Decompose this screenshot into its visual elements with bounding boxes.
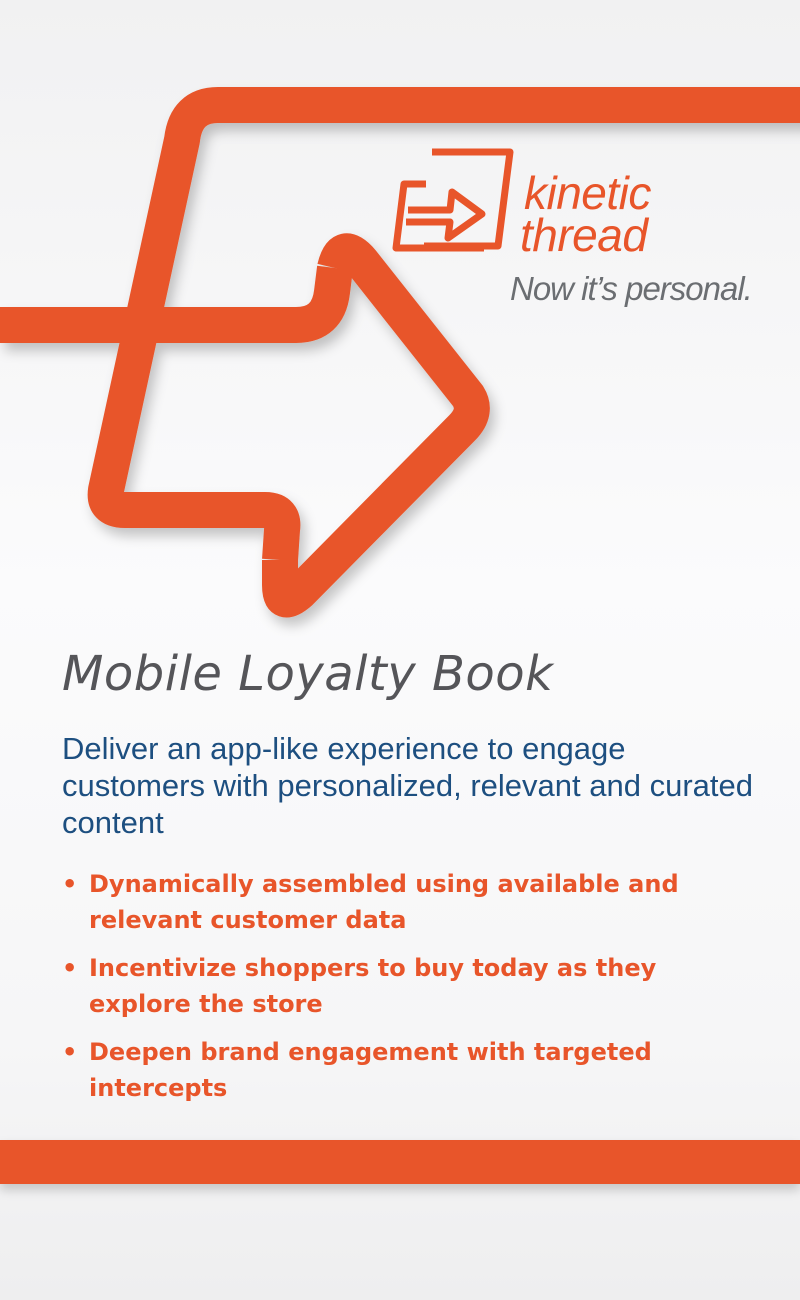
feature-item: • Deepen brand engagement with targeted … [62, 1034, 762, 1106]
bullet-dot-icon: • [62, 870, 78, 898]
kinetic-thread-logo: kinetic thread Now it’s personal. [392, 148, 772, 318]
headline: Deliver an app-like experience to engage… [62, 731, 753, 840]
feature-text: Dynamically assembled using available an… [89, 870, 679, 934]
brochure-page: kinetic thread Now it’s personal. Mobile… [0, 0, 800, 1300]
footer-bar [0, 1140, 800, 1184]
feature-text: Deepen brand engagement with targeted in… [89, 1038, 652, 1102]
hero-arrow-graphic [0, 87, 800, 618]
product-title: Mobile Loyalty Book [62, 646, 554, 702]
logo-word-thread: thread [520, 209, 648, 261]
feature-text: Incentivize shoppers to buy today as the… [89, 954, 657, 1018]
feature-list: • Dynamically assembled using available … [62, 866, 762, 1118]
feature-item: • Dynamically assembled using available … [62, 866, 762, 938]
bullet-dot-icon: • [62, 1038, 78, 1066]
tagline: Now it’s personal. [510, 270, 753, 307]
bullet-dot-icon: • [62, 954, 78, 982]
arrow-in-square-icon [392, 148, 514, 252]
feature-item: • Incentivize shoppers to buy today as t… [62, 950, 762, 1022]
